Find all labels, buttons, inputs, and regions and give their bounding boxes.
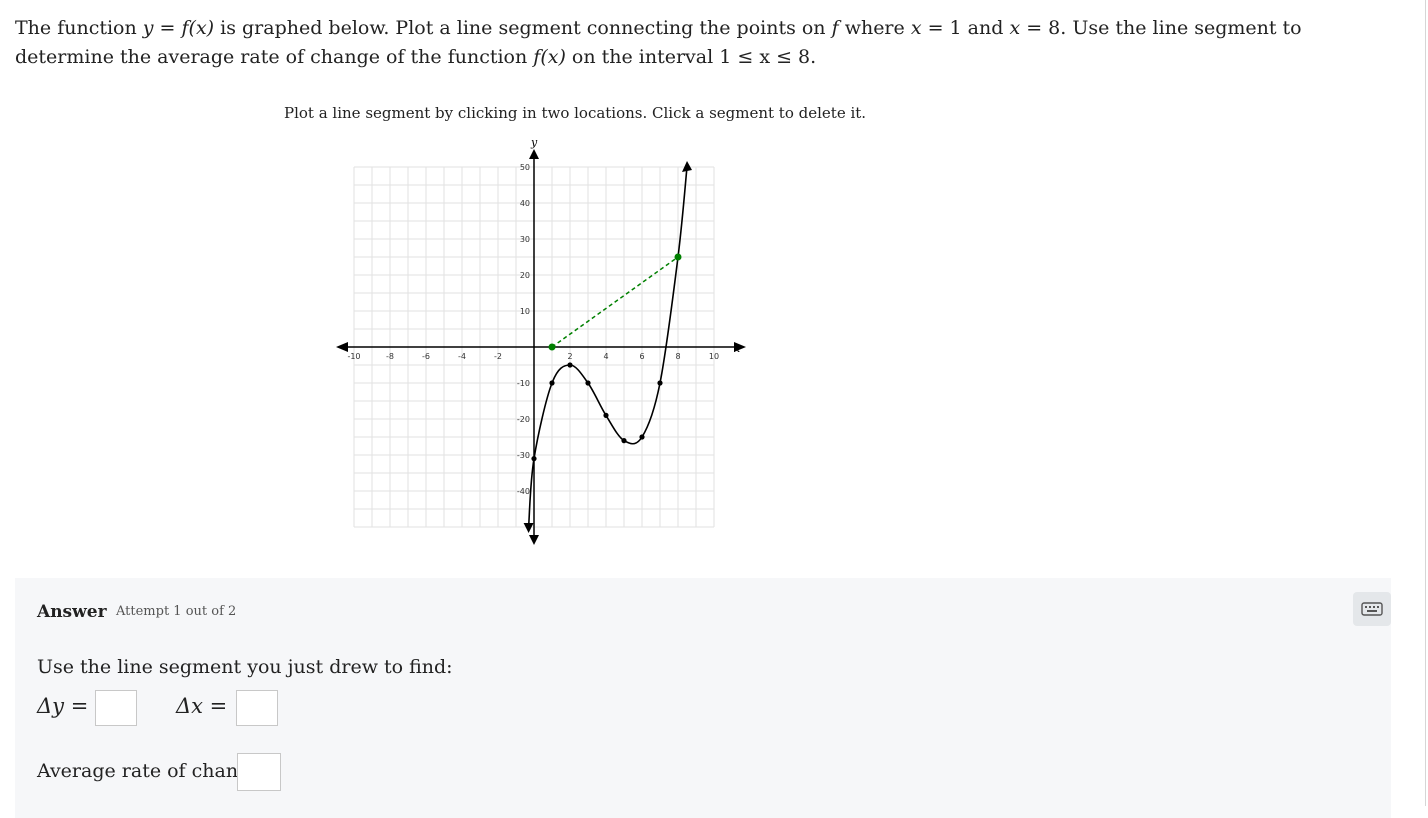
attempt-counter: Attempt 1 out of 2 bbox=[116, 604, 237, 619]
delta-x-label: Δx = bbox=[176, 694, 228, 718]
x-tick-label: -4 bbox=[458, 352, 466, 361]
keyboard-button[interactable] bbox=[1353, 592, 1391, 626]
y-tick-label: -30 bbox=[517, 451, 530, 460]
segment-line bbox=[551, 256, 679, 348]
curve-point bbox=[549, 380, 555, 386]
answer-prompt: Use the line segment you just drew to fi… bbox=[37, 656, 453, 678]
curve-bottom-arrow bbox=[523, 523, 534, 533]
math-interval: 1 ≤ x ≤ 8 bbox=[719, 46, 811, 68]
y-tick-label: 20 bbox=[520, 271, 530, 280]
delta-x-input[interactable] bbox=[236, 690, 278, 726]
curve-point bbox=[657, 380, 663, 386]
x-tick-label: -6 bbox=[422, 352, 430, 361]
answer-panel: Answer Attempt 1 out of 2 Use the line s… bbox=[15, 578, 1391, 818]
segment-endpoint bbox=[548, 343, 556, 351]
x-tick-label: 8 bbox=[675, 352, 680, 361]
math-x2: x bbox=[1009, 17, 1021, 39]
y-tick-label: 50 bbox=[520, 163, 530, 172]
average-rate-input[interactable] bbox=[237, 753, 281, 791]
math-fx: f(x) bbox=[181, 17, 215, 39]
answer-title: Answer bbox=[37, 602, 107, 622]
average-rate-label: Average rate of change: bbox=[37, 760, 268, 782]
delta-row: Δy = Δx = bbox=[37, 688, 437, 728]
x-tick-label: 2 bbox=[567, 352, 572, 361]
page-edge bbox=[1425, 0, 1426, 806]
x-tick-label: -2 bbox=[494, 352, 502, 361]
x-tick-label: -10 bbox=[347, 352, 360, 361]
y-tick-label: -20 bbox=[517, 415, 530, 424]
question-part: and bbox=[967, 17, 1004, 39]
question-part: is graphed below. Plot a line segment co… bbox=[220, 17, 826, 39]
question-part: where bbox=[844, 17, 905, 39]
segment-endpoint bbox=[674, 253, 682, 261]
x-axis-label: x bbox=[734, 342, 741, 355]
x-tick-label: 10 bbox=[709, 352, 719, 361]
y-tick-label: 10 bbox=[520, 307, 530, 316]
math-eq: = bbox=[153, 17, 182, 39]
math-eq1: = 1 bbox=[921, 17, 962, 39]
curve-point bbox=[567, 362, 573, 368]
y-axis-bottom-arrow bbox=[529, 535, 539, 545]
curve-point bbox=[585, 380, 591, 386]
delta-y-label: Δy = bbox=[37, 694, 89, 718]
y-axis-label: y bbox=[530, 136, 538, 149]
y-tick-label: -40 bbox=[517, 487, 530, 496]
y-tick-label: 40 bbox=[520, 199, 530, 208]
math-y: y bbox=[142, 17, 154, 39]
question-part: on the interval bbox=[571, 46, 714, 68]
math-f: f bbox=[831, 17, 839, 39]
function-graph[interactable]: x y -10 -8 -6 -4 -2 2 4 6 8 10 50 40 30 20 10 -10 -20 -30 -… bbox=[330, 134, 750, 554]
graph-instructions: Plot a line segment by clicking in two l… bbox=[284, 104, 867, 122]
x-tick-label: 4 bbox=[603, 352, 608, 361]
y-axis-top-arrow bbox=[529, 149, 539, 159]
question-text: The function y = f(x) is graphed below. … bbox=[15, 14, 1395, 72]
delta-y-input[interactable] bbox=[95, 690, 137, 726]
math-eq2: = 8 bbox=[1020, 17, 1061, 39]
curve-point bbox=[603, 412, 609, 418]
x-axis-left-arrow bbox=[336, 342, 348, 352]
curve-point bbox=[621, 438, 627, 444]
math-fx2: f(x) bbox=[533, 46, 566, 68]
plotted-segment[interactable] bbox=[548, 253, 682, 351]
math-x1: x bbox=[910, 17, 922, 39]
y-tick-label: -10 bbox=[517, 379, 530, 388]
keyboard-icon bbox=[1361, 602, 1383, 616]
curve-point bbox=[639, 434, 645, 440]
x-tick-label: 6 bbox=[639, 352, 644, 361]
question-part: The function bbox=[15, 17, 137, 39]
y-tick-label: 30 bbox=[520, 235, 530, 244]
curve-point bbox=[531, 456, 537, 462]
question-end: . bbox=[810, 46, 817, 68]
x-tick-label: -8 bbox=[386, 352, 394, 361]
